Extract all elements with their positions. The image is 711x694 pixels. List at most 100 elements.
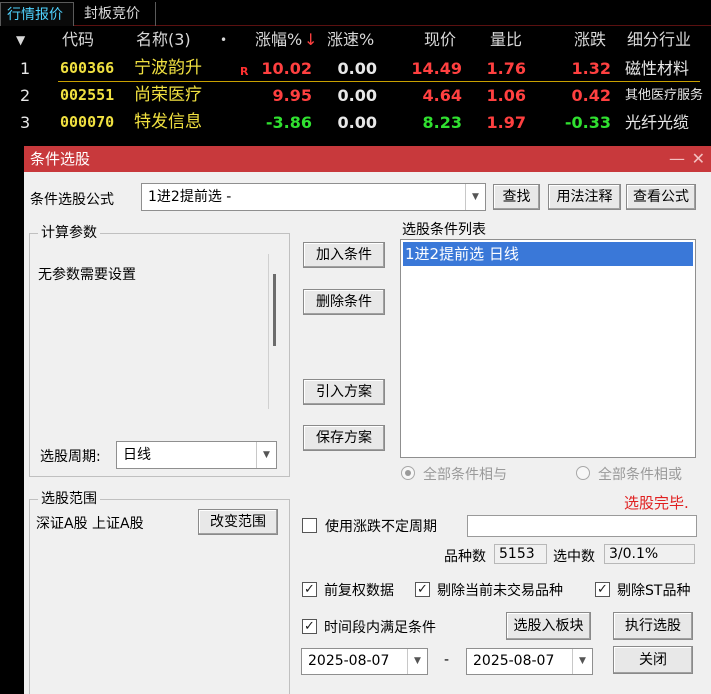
quote-table-header: ▼ 代码 名称(3) • 涨幅% ↓ 涨速% 现价 量比 涨跌 细分行业 <box>0 26 711 54</box>
dialog-titlebar[interactable]: 条件选股 — ✕ <box>24 146 711 172</box>
tab-bar: 行情报价 封板竞价 <box>0 0 711 26</box>
col-change-pct[interactable]: 涨幅% <box>255 26 302 54</box>
radio-or-label: 全部条件相或 <box>598 467 682 483</box>
col-vol-ratio[interactable]: 量比 <box>490 26 522 54</box>
table-row[interactable]: 3 000070 特发信息 -3.86 0.00 8.23 1.97 -0.33… <box>0 109 711 136</box>
col-name[interactable]: 名称(3) <box>136 26 191 54</box>
sort-down-icon: ↓ <box>304 30 318 49</box>
list-item[interactable]: 1进2提前选 日线 <box>403 242 693 266</box>
stock-code: 002551 <box>60 86 115 104</box>
date-to-picker[interactable]: 2025-08-07 ▼ <box>466 648 593 675</box>
condition-list[interactable]: 1进2提前选 日线 <box>400 239 696 458</box>
sort-toggle-icon[interactable]: ▼ <box>16 26 25 54</box>
exclude-untraded-checkbox[interactable]: ✓ <box>415 582 430 597</box>
add-to-block-button[interactable]: 选股入板块 <box>506 612 591 640</box>
date-to-value: 2025-08-07 <box>473 653 555 669</box>
stock-name: 宁波韵升 <box>134 58 202 78</box>
import-scheme-button[interactable]: 引入方案 <box>303 379 385 405</box>
radio-and[interactable] <box>401 466 415 480</box>
selected-label: 选中数 <box>553 549 595 565</box>
date-from-picker[interactable]: 2025-08-07 ▼ <box>301 648 428 675</box>
execute-button[interactable]: 执行选股 <box>613 612 693 640</box>
exclude-st-label: 剔除ST品种 <box>617 583 691 599</box>
add-condition-button[interactable]: 加入条件 <box>303 242 385 268</box>
col-dot: • <box>220 33 228 47</box>
stock-code: 000070 <box>60 113 115 131</box>
change-pct: 9.95 <box>272 86 312 105</box>
date-separator: - <box>444 652 450 668</box>
change-pct: -3.86 <box>265 113 312 132</box>
params-text: 无参数需要设置 <box>38 267 136 283</box>
speed: 0.00 <box>337 86 377 105</box>
minimize-icon[interactable]: — <box>669 146 685 172</box>
col-price[interactable]: 现价 <box>424 26 456 54</box>
stock-name: 特发信息 <box>134 112 202 132</box>
dialog-title: 条件选股 <box>30 150 91 168</box>
close-button[interactable]: 关闭 <box>613 646 693 674</box>
formula-label: 条件选股公式 <box>30 192 114 208</box>
chevron-down-icon[interactable]: ▼ <box>256 442 276 468</box>
period-select[interactable]: 日线 ▼ <box>116 441 277 469</box>
industry: 光纤光缆 <box>625 113 690 132</box>
period-input[interactable] <box>467 515 697 537</box>
fq-checkbox[interactable]: ✓ <box>302 582 317 597</box>
use-period-label: 使用涨跌不定周期 <box>325 519 437 535</box>
change: 0.42 <box>571 86 611 105</box>
params-group: 计算参数 无参数需要设置 选股周期: 日线 ▼ <box>29 224 290 477</box>
change-pct: 10.02 <box>261 59 312 78</box>
row-index: 2 <box>20 86 31 105</box>
view-formula-button[interactable]: 查看公式 <box>626 184 696 210</box>
vol-ratio: 1.97 <box>486 113 526 132</box>
range-group-title: 选股范围 <box>38 490 100 508</box>
formula-select[interactable]: 1进2提前选 - ▼ <box>141 183 486 211</box>
time-range-checkbox[interactable]: ✓ <box>302 619 317 634</box>
price: 8.23 <box>422 113 462 132</box>
range-group: 选股范围 深证A股 上证A股 改变范围 <box>29 490 290 694</box>
count-label: 品种数 <box>444 549 486 565</box>
change: -0.33 <box>564 113 611 132</box>
usage-notes-button[interactable]: 用法注释 <box>548 184 621 210</box>
vol-ratio: 1.06 <box>486 86 526 105</box>
params-scroll-thumb[interactable] <box>273 274 276 346</box>
industry: 磁性材料 <box>625 59 690 78</box>
formula-value: 1进2提前选 - <box>148 189 232 205</box>
count-value: 5153 <box>494 544 547 564</box>
change: 1.32 <box>571 59 611 78</box>
col-change[interactable]: 涨跌 <box>574 26 606 54</box>
price: 4.64 <box>422 86 462 105</box>
industry: 其他医疗服务 <box>625 88 704 103</box>
tab-quote[interactable]: 行情报价 <box>0 2 74 26</box>
fq-label: 前复权数据 <box>324 583 394 599</box>
period-label: 选股周期: <box>40 449 101 465</box>
table-row[interactable]: 2 002551 尚荣医疗 9.95 0.00 4.64 1.06 0.42 其… <box>0 82 711 109</box>
radio-and-label: 全部条件相与 <box>423 467 507 483</box>
col-speed[interactable]: 涨速% <box>327 26 374 54</box>
change-range-button[interactable]: 改变范围 <box>198 509 278 535</box>
time-range-label: 时间段内满足条件 <box>324 620 436 636</box>
condition-list-label: 选股条件列表 <box>402 222 486 238</box>
tab-seal-bidding[interactable]: 封板竞价 <box>78 2 156 26</box>
row-index: 3 <box>20 113 31 132</box>
delete-condition-button[interactable]: 删除条件 <box>303 289 385 315</box>
params-group-title: 计算参数 <box>38 224 100 242</box>
price: 14.49 <box>411 59 462 78</box>
row-index: 1 <box>20 59 31 78</box>
col-code[interactable]: 代码 <box>62 26 94 54</box>
vol-ratio: 1.76 <box>486 59 526 78</box>
condition-screener-dialog: 条件选股 — ✕ 条件选股公式 1进2提前选 - ▼ 查找 用法注释 查看公式 … <box>24 146 711 694</box>
chevron-down-icon[interactable]: ▼ <box>465 184 485 210</box>
use-period-checkbox[interactable] <box>302 518 317 533</box>
find-button[interactable]: 查找 <box>493 184 540 210</box>
exclude-untraded-label: 剔除当前未交易品种 <box>437 583 563 599</box>
exclude-st-checkbox[interactable]: ✓ <box>595 582 610 597</box>
save-scheme-button[interactable]: 保存方案 <box>303 425 385 451</box>
radio-or[interactable] <box>576 466 590 480</box>
stock-code: 600366 <box>60 59 115 77</box>
chevron-down-icon[interactable]: ▼ <box>407 649 427 674</box>
chevron-down-icon[interactable]: ▼ <box>572 649 592 674</box>
table-row[interactable]: 1 600366 宁波韵升 R 10.02 0.00 14.49 1.76 1.… <box>0 55 711 82</box>
stock-name: 尚荣医疗 <box>134 85 202 105</box>
col-industry[interactable]: 细分行业 <box>627 26 691 54</box>
params-scroll-track <box>268 254 269 409</box>
close-icon[interactable]: ✕ <box>692 146 705 172</box>
